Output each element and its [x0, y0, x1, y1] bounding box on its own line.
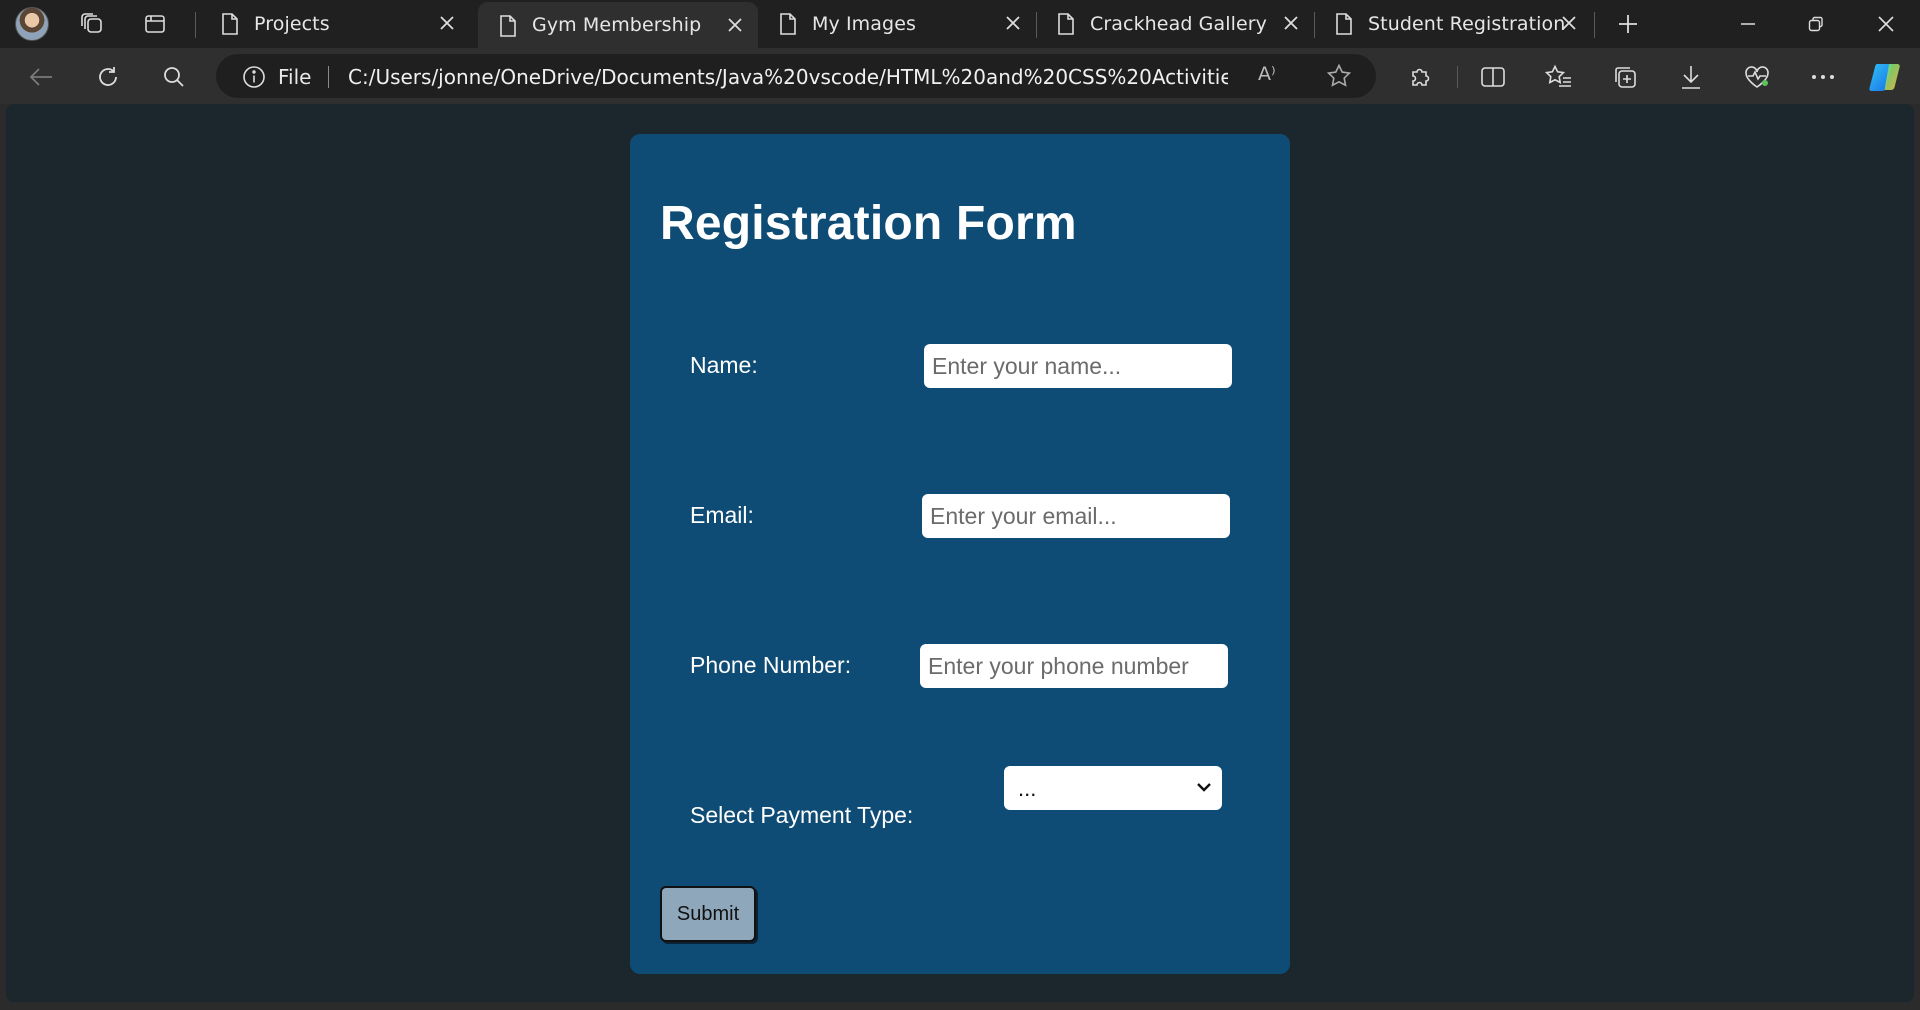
tab-actions-icon: [145, 15, 165, 33]
more-dots-icon: [1812, 75, 1834, 79]
document-icon: [500, 15, 516, 37]
close-window-button[interactable]: [1856, 0, 1916, 48]
puzzle-icon: [1412, 68, 1430, 86]
copilot-button[interactable]: [1864, 56, 1906, 98]
info-icon[interactable]: [242, 65, 266, 89]
tab-projects[interactable]: Projects: [200, 0, 470, 48]
tab-crackhead-gallery[interactable]: Crackhead Gallery: [1036, 0, 1314, 48]
document-icon: [1336, 13, 1352, 35]
split-screen-icon: [1481, 67, 1505, 87]
read-aloud-icon[interactable]: A⁾: [1258, 63, 1276, 85]
favorites-button[interactable]: [1538, 56, 1580, 98]
collections-button[interactable]: [1604, 56, 1646, 98]
registration-form: Registration Form Name: Email: Phone Num…: [630, 134, 1290, 974]
submit-button[interactable]: Submit: [660, 886, 756, 942]
address-divider: [328, 66, 329, 88]
form-title: Registration Form: [660, 197, 1077, 250]
tab-title: Student Registration: [1368, 13, 1566, 35]
workspaces-icon: [81, 13, 102, 33]
tab-title: Projects: [254, 13, 330, 35]
extensions-button[interactable]: [1400, 56, 1442, 98]
close-icon[interactable]: [1560, 14, 1578, 32]
phone-input[interactable]: [920, 644, 1228, 688]
document-icon: [1058, 13, 1074, 35]
download-icon: [1682, 66, 1700, 89]
refresh-icon: [99, 67, 117, 86]
tab-my-images[interactable]: My Images: [758, 0, 1036, 48]
workspaces-button[interactable]: [68, 0, 116, 48]
tab-gym-membership[interactable]: Gym Membership: [478, 2, 758, 48]
document-icon: [222, 13, 238, 35]
browser-essentials-button[interactable]: [1736, 56, 1778, 98]
plus-icon: [1619, 15, 1637, 33]
downloads-button[interactable]: [1670, 56, 1712, 98]
payment-type-label: Select Payment Type:: [690, 802, 914, 828]
minimize-button[interactable]: [1718, 0, 1778, 48]
payment-type-selected-value: ...: [1018, 776, 1037, 801]
email-input[interactable]: [922, 494, 1230, 538]
address-url[interactable]: C:/Users/jonne/OneDrive/Documents/Java%2…: [348, 65, 1228, 89]
heart-pulse-icon: [1745, 66, 1769, 88]
collections-icon: [1615, 67, 1636, 88]
search-icon: [164, 67, 184, 87]
page-viewport: Registration Form Name: Email: Phone Num…: [6, 104, 1914, 1002]
name-input[interactable]: [924, 344, 1232, 388]
close-icon[interactable]: [1282, 14, 1300, 32]
minimize-icon: [1741, 23, 1755, 25]
tab-separator: [195, 12, 196, 38]
email-label: Email:: [690, 502, 754, 528]
close-icon[interactable]: [438, 14, 456, 32]
document-icon: [780, 13, 796, 35]
profile-avatar: [15, 7, 49, 41]
back-arrow-icon: [29, 68, 52, 86]
restore-button[interactable]: [1786, 0, 1846, 48]
name-label: Name:: [690, 352, 758, 378]
address-scheme-label: File: [278, 65, 312, 89]
tab-actions-button[interactable]: [131, 0, 179, 48]
payment-type-select[interactable]: ...: [1004, 766, 1222, 810]
tab-strip: Projects Gym Membership My Images Crackh…: [0, 0, 1920, 48]
close-icon: [1878, 16, 1894, 32]
tab-separator: [1594, 12, 1595, 38]
copilot-icon: [1869, 64, 1900, 91]
favorite-star-icon[interactable]: [1326, 63, 1352, 89]
browser-toolbar: File C:/Users/jonne/OneDrive/Documents/J…: [0, 48, 1920, 104]
favorites-list-icon: [1545, 64, 1571, 87]
split-screen-button[interactable]: [1472, 56, 1514, 98]
new-tab-button[interactable]: [1604, 0, 1652, 48]
phone-label: Phone Number:: [690, 652, 852, 678]
close-icon[interactable]: [1004, 14, 1022, 32]
tab-title: My Images: [812, 13, 916, 35]
restore-icon: [1808, 16, 1823, 32]
tab-title: Crackhead Gallery: [1090, 13, 1268, 35]
tab-title: Gym Membership: [532, 14, 702, 36]
address-bar[interactable]: File C:/Users/jonne/OneDrive/Documents/J…: [216, 54, 1376, 98]
search-button[interactable]: [153, 56, 195, 98]
more-menu-button[interactable]: [1802, 56, 1844, 98]
chevron-down-icon: [1197, 783, 1211, 792]
close-icon[interactable]: [726, 16, 744, 34]
tab-student-registration[interactable]: Student Registration: [1314, 0, 1592, 48]
profile-button[interactable]: [8, 0, 56, 48]
refresh-button[interactable]: [87, 56, 129, 98]
toolbar-separator: [1457, 66, 1458, 88]
back-button[interactable]: [20, 56, 62, 98]
